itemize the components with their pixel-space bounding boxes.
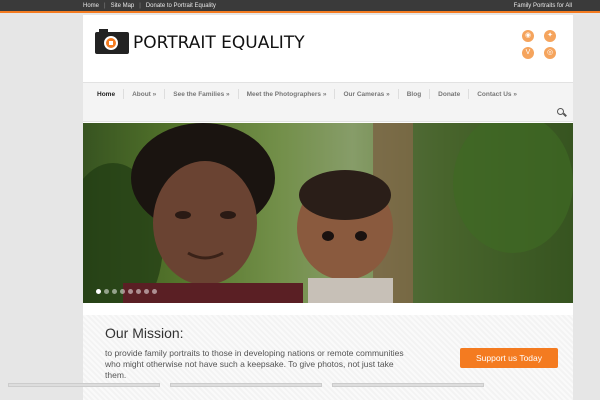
mission-title: Our Mission:: [105, 325, 184, 341]
slider-dot[interactable]: [152, 289, 157, 294]
support-button[interactable]: Support us Today: [460, 348, 558, 368]
top-link-donate[interactable]: Donate to Portrait Equality: [141, 3, 221, 9]
nav-item-home[interactable]: Home: [89, 89, 125, 99]
card: [332, 383, 484, 387]
instagram-icon[interactable]: ◎: [544, 47, 556, 59]
slider-dot[interactable]: [104, 289, 109, 294]
slider-dot[interactable]: [112, 289, 117, 294]
slider-dot[interactable]: [128, 289, 133, 294]
slider-dot[interactable]: [120, 289, 125, 294]
slider-dots: [96, 289, 157, 294]
nav-item-our-cameras[interactable]: Our Cameras »: [335, 89, 399, 99]
nav-item-contact-us[interactable]: Contact Us »: [469, 89, 525, 99]
nav-item-about[interactable]: About »: [124, 89, 166, 99]
hero-slider[interactable]: [83, 123, 573, 303]
slider-dot[interactable]: [136, 289, 141, 294]
mission-section: Our Mission: to provide family portraits…: [83, 315, 573, 400]
nav-item-donate[interactable]: Donate: [430, 89, 470, 99]
slider-dot[interactable]: [144, 289, 149, 294]
hero-photo: [83, 123, 573, 303]
card: [170, 383, 322, 387]
nav-item-meet-the-photographers[interactable]: Meet the Photographers »: [239, 89, 336, 99]
twitter-icon[interactable]: ✦: [544, 30, 556, 42]
top-utility-bar: Home | Site Map | Donate to Portrait Equ…: [0, 0, 600, 13]
nav-item-see-the-families[interactable]: See the Families »: [165, 89, 239, 99]
top-link-site-map[interactable]: Site Map: [106, 3, 140, 9]
lens-icon: [104, 36, 118, 50]
social-icons: ◉ ✦ V ◎: [522, 30, 562, 59]
rss-icon[interactable]: ◉: [522, 30, 534, 42]
top-links: Home | Site Map | Donate to Portrait Equ…: [83, 3, 221, 9]
search-icon[interactable]: [557, 108, 567, 117]
card: [8, 383, 160, 387]
main-navigation: Home About » See the Families » Meet the…: [83, 82, 573, 122]
camera-icon: [95, 29, 129, 54]
page-container: PORTRAIT EQUALITY ◉ ✦ V ◎ Home About » S…: [83, 15, 573, 400]
tagline: Family Portraits for All: [513, 3, 572, 9]
nav-menu: Home About » See the Families » Meet the…: [89, 89, 525, 99]
nav-item-blog[interactable]: Blog: [399, 89, 431, 99]
vimeo-icon[interactable]: V: [522, 47, 534, 59]
top-link-home[interactable]: Home: [83, 3, 104, 9]
site-logo[interactable]: PORTRAIT EQUALITY: [95, 29, 305, 55]
bottom-cards: [8, 383, 484, 387]
mission-text: to provide family portraits to those in …: [105, 348, 404, 380]
slider-dot[interactable]: [96, 289, 101, 294]
logo-text: PORTRAIT EQUALITY: [133, 33, 305, 53]
